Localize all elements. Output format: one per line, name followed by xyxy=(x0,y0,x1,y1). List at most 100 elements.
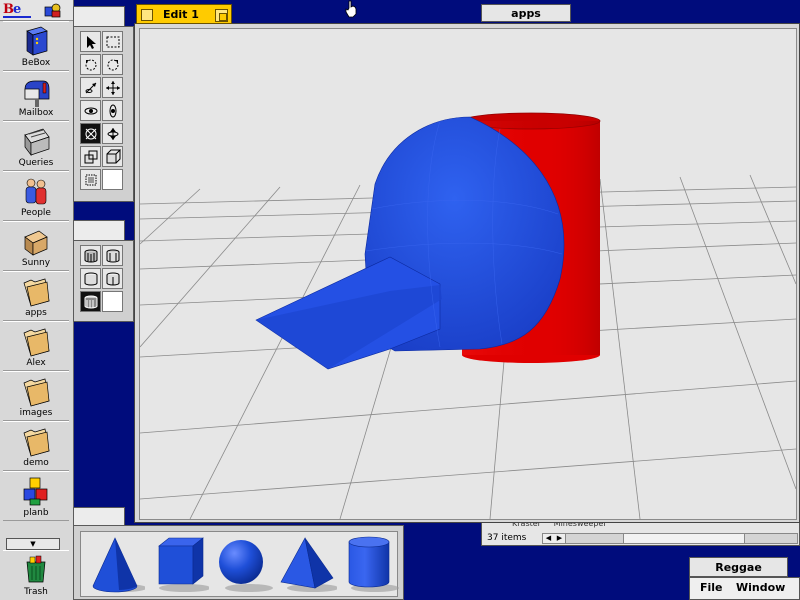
tool-move-xy[interactable] xyxy=(102,77,123,98)
deskbar-top: Be xyxy=(0,0,73,21)
tool-cylinder-bands[interactable] xyxy=(80,245,101,266)
deskbar-label: Sunny xyxy=(21,258,51,268)
tool-empty-slot xyxy=(102,291,123,312)
tool-marquee[interactable] xyxy=(102,31,123,52)
folder-icon xyxy=(23,428,50,457)
cone-icon[interactable] xyxy=(83,532,147,596)
deskbar-label: images xyxy=(19,408,53,418)
edit-window-title: Edit 1 xyxy=(163,8,199,21)
cylinder-icon[interactable] xyxy=(339,532,401,596)
scale-cube-icon xyxy=(84,150,98,164)
deskbar-item-people[interactable]: People xyxy=(3,171,69,221)
deskbar-item-planb[interactable]: planb xyxy=(3,471,69,521)
deskbar-item-images[interactable]: images xyxy=(3,371,69,421)
3d-scene[interactable] xyxy=(140,29,796,519)
move-icon xyxy=(85,82,97,94)
home-folder-icon xyxy=(24,230,48,256)
tool-camera-dolly[interactable] xyxy=(102,123,123,144)
tool-empty-slot xyxy=(102,169,123,190)
deskbar-label: demo xyxy=(23,458,49,468)
deskbar-item-mailbox[interactable]: Mailbox xyxy=(3,71,69,121)
deskbar-item-bebox[interactable]: BeBox xyxy=(3,21,69,71)
folder-icon xyxy=(23,378,50,407)
tool-tube[interactable] xyxy=(102,245,123,266)
tool-stretch[interactable] xyxy=(102,146,123,167)
edit-window-tab[interactable]: Edit 1 xyxy=(136,4,232,24)
scroll-right-icon[interactable]: ▶ xyxy=(554,534,566,543)
zoom-box-icon[interactable] xyxy=(215,9,228,22)
tool-palette-tab[interactable] xyxy=(73,6,125,27)
deskbar-item-trash[interactable]: Trash xyxy=(3,550,69,599)
folder-icon xyxy=(23,278,50,307)
shapes-palette-tab[interactable] xyxy=(73,507,125,527)
deskbar-item-alex[interactable]: Alex xyxy=(3,321,69,371)
tool-drum[interactable] xyxy=(80,291,101,312)
spin-icon xyxy=(109,104,117,118)
deskbar-label: Mailbox xyxy=(18,108,54,118)
reggae-menubar: File Window xyxy=(689,577,800,600)
deskbar-label: apps xyxy=(25,308,47,318)
tool-scale[interactable] xyxy=(80,146,101,167)
mailbox-icon xyxy=(24,80,50,107)
blocks-icon xyxy=(23,477,48,506)
tool-palette xyxy=(73,26,134,202)
cube-icon[interactable] xyxy=(147,532,211,596)
be-menu-logo[interactable]: Be xyxy=(3,2,33,18)
arrow-pointer-icon xyxy=(87,36,96,49)
tool-can[interactable] xyxy=(80,268,101,289)
close-box-icon[interactable] xyxy=(141,9,153,21)
edit-window xyxy=(134,23,800,523)
sphere-icon[interactable] xyxy=(211,532,273,596)
primitive-palette-tab[interactable] xyxy=(73,220,125,241)
bebox-icon xyxy=(26,26,48,56)
tool-lattice[interactable] xyxy=(80,169,101,190)
can-icon xyxy=(84,272,98,286)
pyramid-icon[interactable] xyxy=(275,532,339,596)
menu-window[interactable]: Window xyxy=(736,581,785,594)
tool-camera-orbit[interactable] xyxy=(80,123,101,144)
deskbar-label: Trash xyxy=(24,587,48,597)
apps-window: Kraster Minesweeper 37 items ◀ ▶ xyxy=(481,519,800,546)
tool-rotate-y[interactable] xyxy=(102,54,123,75)
deskbar-item-queries[interactable]: Queries xyxy=(3,121,69,171)
move-cross-icon xyxy=(106,81,120,95)
deskbar-item-apps[interactable]: apps xyxy=(3,271,69,321)
menu-file[interactable]: File xyxy=(700,581,723,594)
people-icon xyxy=(25,178,47,205)
apps-horizontal-scrollbar[interactable]: ◀ ▶ xyxy=(542,533,798,544)
stretch-cube-icon xyxy=(106,149,121,164)
apps-item-count: 37 items xyxy=(484,533,543,544)
deskbar-label: People xyxy=(21,208,51,218)
drum-icon xyxy=(84,295,98,309)
tube-icon xyxy=(106,249,120,263)
deskbar-label: planb xyxy=(23,508,49,518)
3d-viewport[interactable] xyxy=(139,28,797,520)
tool-move-z[interactable] xyxy=(80,77,101,98)
deskbar-collapse-button[interactable]: ▼ xyxy=(6,538,60,550)
team-icon[interactable] xyxy=(44,2,62,18)
scrollbar-thumb[interactable] xyxy=(623,534,745,543)
cup-icon xyxy=(106,272,120,286)
reggae-window-tab[interactable]: Reggae xyxy=(689,557,788,577)
blue-cap[interactable] xyxy=(255,116,565,370)
tool-cup[interactable] xyxy=(102,268,123,289)
tool-rotate-x[interactable] xyxy=(80,54,101,75)
tool-select[interactable] xyxy=(80,31,101,52)
rotate-icon xyxy=(85,59,97,71)
cylinder-bands-icon xyxy=(84,249,98,263)
primitive-palette xyxy=(73,240,134,322)
tool-orbit[interactable] xyxy=(80,100,101,121)
folder-icon xyxy=(23,328,50,357)
deskbar-item-demo[interactable]: demo xyxy=(3,421,69,471)
deskbar-item-sunny[interactable]: Sunny xyxy=(3,221,69,271)
apps-window-tab[interactable]: apps xyxy=(481,4,571,22)
marquee-icon xyxy=(106,36,120,48)
dolly-icon xyxy=(107,128,119,140)
camera-orbit-icon xyxy=(85,128,97,140)
hand-cursor-icon xyxy=(345,0,357,18)
rotate-icon xyxy=(107,59,119,71)
deskbar-label: BeBox xyxy=(21,58,51,68)
lattice-icon xyxy=(85,174,97,186)
orbit-icon xyxy=(84,107,98,115)
tool-spin[interactable] xyxy=(102,100,123,121)
